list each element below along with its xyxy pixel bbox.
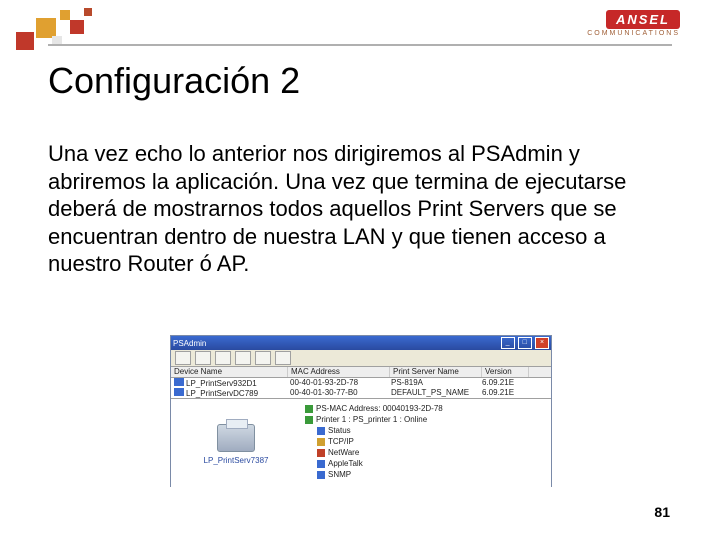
header-decoration xyxy=(8,8,128,48)
detail-pane: LP_PrintServ7387 PS-MAC Address: 0004019… xyxy=(171,398,551,489)
tree-icon xyxy=(317,438,325,446)
toolbar-btn-5[interactable] xyxy=(255,351,271,365)
detail-tree: PS-MAC Address: 00040193-2D-78 Printer 1… xyxy=(301,399,551,489)
tree-item[interactable]: SNMP xyxy=(305,469,547,480)
col-mac: MAC Address xyxy=(288,367,390,377)
printer-icon xyxy=(217,424,255,452)
tree-icon xyxy=(317,460,325,468)
slide-title: Configuración 2 xyxy=(48,60,300,102)
toolbar-btn-2[interactable] xyxy=(195,351,211,365)
tree-icon xyxy=(305,416,313,424)
minimize-icon[interactable]: _ xyxy=(501,337,515,349)
maximize-icon[interactable]: □ xyxy=(518,337,532,349)
toolbar-btn-1[interactable] xyxy=(175,351,191,365)
tree-icon xyxy=(317,427,325,435)
toolbar-btn-4[interactable] xyxy=(235,351,251,365)
list-header: Device Name MAC Address Print Server Nam… xyxy=(171,367,551,378)
col-version: Version xyxy=(482,367,529,377)
tree-icon xyxy=(305,405,313,413)
tree-icon xyxy=(317,449,325,457)
device-icon xyxy=(174,388,184,396)
toolbar-btn-6[interactable] xyxy=(275,351,291,365)
detail-device-label: LP_PrintServ7387 xyxy=(204,456,269,465)
toolbar xyxy=(171,350,551,367)
window-titlebar: PSAdmin _ □ × xyxy=(171,336,551,350)
tree-item[interactable]: TCP/IP xyxy=(305,436,547,447)
brand-name: ANSEL xyxy=(606,10,680,29)
list-row[interactable]: LP_PrintServ932D1 00-40-01-93-2D-78 PS-8… xyxy=(171,378,551,388)
page-number: 81 xyxy=(654,504,670,520)
tree-item[interactable]: PS-MAC Address: 00040193-2D-78 xyxy=(305,403,547,414)
tree-icon xyxy=(317,471,325,479)
brand-logo: ANSEL COMMUNICATIONS xyxy=(587,10,680,37)
detail-left: LP_PrintServ7387 xyxy=(171,399,301,489)
header-rule xyxy=(48,44,672,46)
col-device-name: Device Name xyxy=(171,367,288,377)
brand-subtitle: COMMUNICATIONS xyxy=(587,30,680,37)
list-row[interactable]: LP_PrintServDC789 00-40-01-30-77-B0 DEFA… xyxy=(171,388,551,398)
tree-item[interactable]: Printer 1 : PS_printer 1 : Online xyxy=(305,414,547,425)
toolbar-btn-3[interactable] xyxy=(215,351,231,365)
window-title: PSAdmin xyxy=(173,339,206,348)
window-buttons: _ □ × xyxy=(500,337,549,349)
slide-body-text: Una vez echo lo anterior nos dirigiremos… xyxy=(48,140,668,278)
tree-item[interactable]: AppleTalk xyxy=(305,458,547,469)
device-icon xyxy=(174,378,184,386)
list-rows: LP_PrintServ932D1 00-40-01-93-2D-78 PS-8… xyxy=(171,378,551,398)
tree-item[interactable]: NetWare xyxy=(305,447,547,458)
close-icon[interactable]: × xyxy=(535,337,549,349)
tree-item[interactable]: Status xyxy=(305,425,547,436)
psadmin-window: PSAdmin _ □ × Device Name MAC Address Pr… xyxy=(170,335,552,487)
col-ps-name: Print Server Name xyxy=(390,367,482,377)
